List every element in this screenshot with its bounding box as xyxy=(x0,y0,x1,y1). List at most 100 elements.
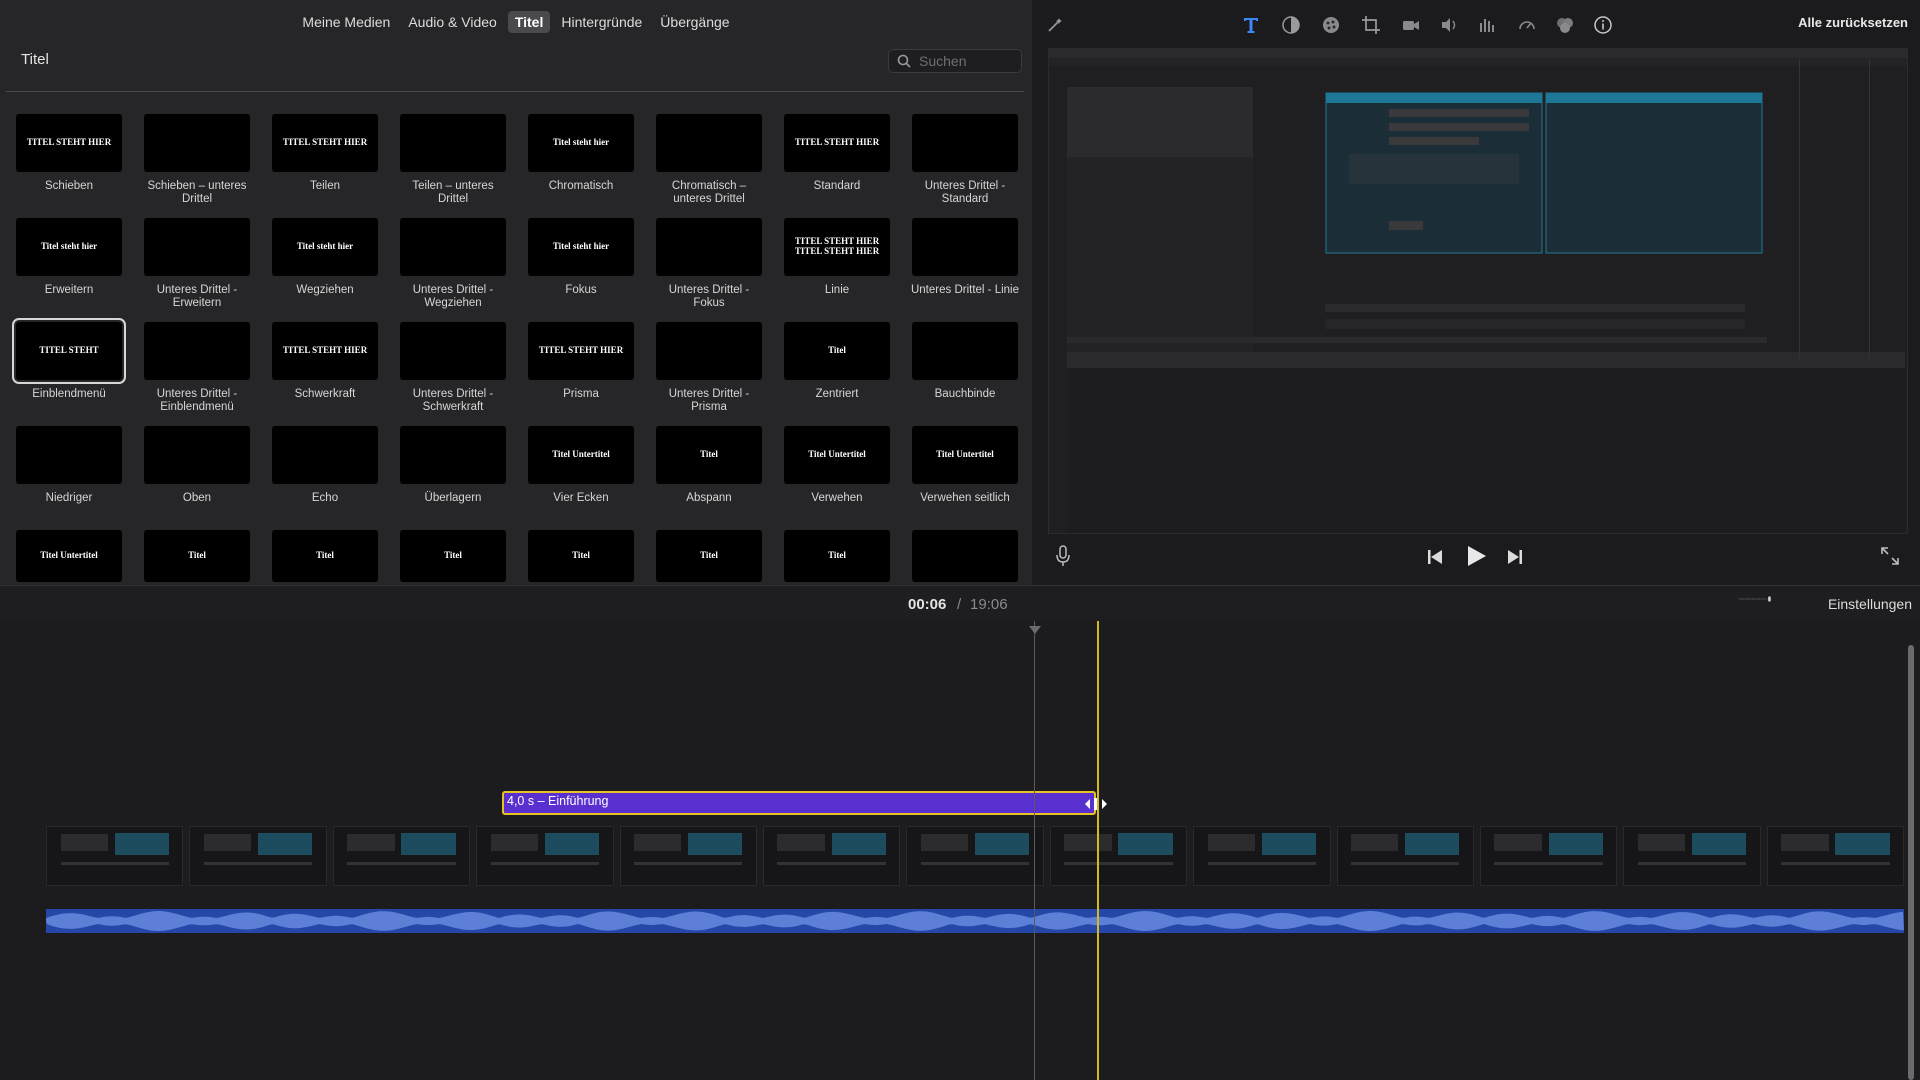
search-input[interactable] xyxy=(917,52,1017,70)
title-tile[interactable]: TITEL STEHT HIER Standard xyxy=(782,114,892,218)
viewer-controls xyxy=(1032,532,1920,582)
thumbnail-text: Titel xyxy=(700,449,718,460)
title-tile[interactable]: Oben xyxy=(142,426,252,530)
audio-track[interactable] xyxy=(46,909,1904,933)
video-frame xyxy=(619,826,757,886)
title-tile[interactable]: Echo xyxy=(270,426,380,530)
skip-forward-icon[interactable] xyxy=(1506,548,1524,571)
crop-icon[interactable] xyxy=(1360,14,1382,36)
tab-hintergruende[interactable]: Hintergründe xyxy=(554,11,649,33)
search-icon xyxy=(897,54,911,68)
video-frame xyxy=(46,826,184,886)
tab-meine-medien[interactable]: Meine Medien xyxy=(295,11,397,33)
tile-label: Zentriert xyxy=(815,388,859,400)
info-icon[interactable] xyxy=(1592,14,1614,36)
tab-titel[interactable]: Titel xyxy=(507,11,551,33)
tile-label: Unteres Drittel - Einblendmenü xyxy=(156,388,238,413)
title-tile[interactable]: Titel Untertitel Verwehen seitlich xyxy=(910,426,1020,530)
settings-button[interactable]: Einstellungen xyxy=(1828,596,1912,612)
video-frame xyxy=(906,826,1044,886)
title-tile[interactable]: TITEL STEHT HIER Schwerkraft xyxy=(270,322,380,426)
trim-handle-icon[interactable] xyxy=(1084,797,1108,816)
title-tile[interactable]: Überlagern xyxy=(398,426,508,530)
camera-stabilize-icon[interactable] xyxy=(1400,14,1422,36)
title-tile[interactable]: Bauchbinde xyxy=(910,322,1020,426)
tab-audio-video[interactable]: Audio & Video xyxy=(401,11,503,33)
speed-icon[interactable] xyxy=(1516,14,1538,36)
tile-thumbnail xyxy=(912,218,1018,276)
zoom-slider[interactable] xyxy=(1710,596,1800,602)
title-tile[interactable]: Titel Untertitel Vier Ecken xyxy=(526,426,636,530)
tile-thumbnail xyxy=(400,426,506,484)
color-wheel-icon[interactable] xyxy=(1320,14,1342,36)
skip-back-icon[interactable] xyxy=(1426,548,1444,571)
color-balance-icon[interactable] xyxy=(1280,14,1302,36)
title-tile[interactable]: Chromatisch – unteres Drittel xyxy=(654,114,764,218)
title-clip[interactable]: 4,0 s – Einführung xyxy=(502,791,1096,815)
video-preview[interactable] xyxy=(1048,48,1908,534)
video-frame xyxy=(1336,826,1474,886)
tile-thumbnail xyxy=(400,114,506,172)
title-tile[interactable]: Titel Abspann xyxy=(654,426,764,530)
title-tile[interactable]: Titel steht hier Chromatisch xyxy=(526,114,636,218)
thumbnail-text: Titel Untertitel xyxy=(40,550,98,561)
title-tile[interactable]: Unteres Drittel - Linie xyxy=(910,218,1020,322)
thumbnail-text: Titel xyxy=(316,550,334,561)
filter-icon[interactable] xyxy=(1554,14,1576,36)
search-field[interactable] xyxy=(888,49,1022,73)
tile-label: Teilen – unteres Drittel xyxy=(412,180,494,205)
tile-thumbnail xyxy=(400,322,506,380)
tile-label: Fokus xyxy=(565,284,597,296)
title-tile[interactable]: TITEL STEHT HIER Schieben xyxy=(14,114,124,218)
tile-label: Echo xyxy=(311,492,339,504)
title-tile[interactable]: Unteres Drittel - Wegziehen xyxy=(398,218,508,322)
title-tile[interactable]: Titel Untertitel Verwehen xyxy=(782,426,892,530)
title-tile[interactable]: Unteres Drittel - Erweitern xyxy=(142,218,252,322)
title-tile[interactable]: Teilen – unteres Drittel xyxy=(398,114,508,218)
title-tile[interactable]: Unteres Drittel - Standard xyxy=(910,114,1020,218)
equalizer-icon[interactable] xyxy=(1476,14,1498,36)
tile-label: Chromatisch – unteres Drittel xyxy=(671,180,747,205)
video-frame xyxy=(1193,826,1331,886)
tile-thumbnail xyxy=(912,530,1018,582)
title-tile[interactable]: Unteres Drittel - Prisma xyxy=(654,322,764,426)
total-time: 19:06 xyxy=(970,596,1008,613)
video-track[interactable] xyxy=(46,826,1905,886)
title-tile[interactable]: Unteres Drittel - Schwerkraft xyxy=(398,322,508,426)
tab-uebergaenge[interactable]: Übergänge xyxy=(653,11,736,33)
title-tile[interactable]: TITEL STEHT HIER TITEL STEHT HIER Linie xyxy=(782,218,892,322)
title-tile[interactable]: Schieben – unteres Drittel xyxy=(142,114,252,218)
title-tile[interactable]: Unteres Drittel - Einblendmenü xyxy=(142,322,252,426)
media-tabs: Meine Medien Audio & Video Titel Hinterg… xyxy=(0,0,1032,44)
volume-icon[interactable] xyxy=(1438,14,1460,36)
tile-label: Unteres Drittel - Schwerkraft xyxy=(412,388,494,413)
thumbnail-text: Titel Untertitel xyxy=(808,449,866,460)
title-tile[interactable]: Titel steht hier Fokus xyxy=(526,218,636,322)
tile-thumbnail: Titel steht hier xyxy=(272,218,378,276)
title-tile[interactable]: Unteres Drittel - Fokus xyxy=(654,218,764,322)
microphone-icon[interactable] xyxy=(1054,544,1072,573)
title-tile[interactable]: TITEL STEHT Einblendmenü xyxy=(12,318,126,426)
title-tile[interactable]: TITEL STEHT HIER Teilen xyxy=(270,114,380,218)
reset-all-button[interactable]: Alle zurücksetzen xyxy=(1798,15,1908,30)
tile-thumbnail: Titel steht hier xyxy=(16,218,122,276)
playhead xyxy=(1034,621,1035,1080)
timeline-scrollbar[interactable] xyxy=(1908,645,1914,1080)
tile-thumbnail: TITEL STEHT HIER xyxy=(272,322,378,380)
title-tile[interactable]: Titel Zentriert xyxy=(782,322,892,426)
tile-label: Prisma xyxy=(563,388,599,400)
play-icon[interactable] xyxy=(1464,544,1488,573)
title-tile[interactable]: Titel steht hier Erweitern xyxy=(14,218,124,322)
tile-thumbnail xyxy=(144,322,250,380)
title-tile[interactable]: Niedriger xyxy=(14,426,124,530)
viewer-toolbar: Alle zurücksetzen xyxy=(1032,0,1920,48)
title-tile[interactable]: Titel steht hier Wegziehen xyxy=(270,218,380,322)
tile-thumbnail xyxy=(912,322,1018,380)
title-tile[interactable]: TITEL STEHT HIER Prisma xyxy=(526,322,636,426)
text-icon[interactable] xyxy=(1240,14,1262,36)
thumbnail-text: Titel xyxy=(572,550,590,561)
magic-wand-icon[interactable] xyxy=(1044,14,1066,36)
fullscreen-icon[interactable] xyxy=(1880,546,1900,571)
tile-thumbnail: Titel xyxy=(656,530,762,582)
tile-thumbnail: Titel Untertitel xyxy=(528,426,634,484)
